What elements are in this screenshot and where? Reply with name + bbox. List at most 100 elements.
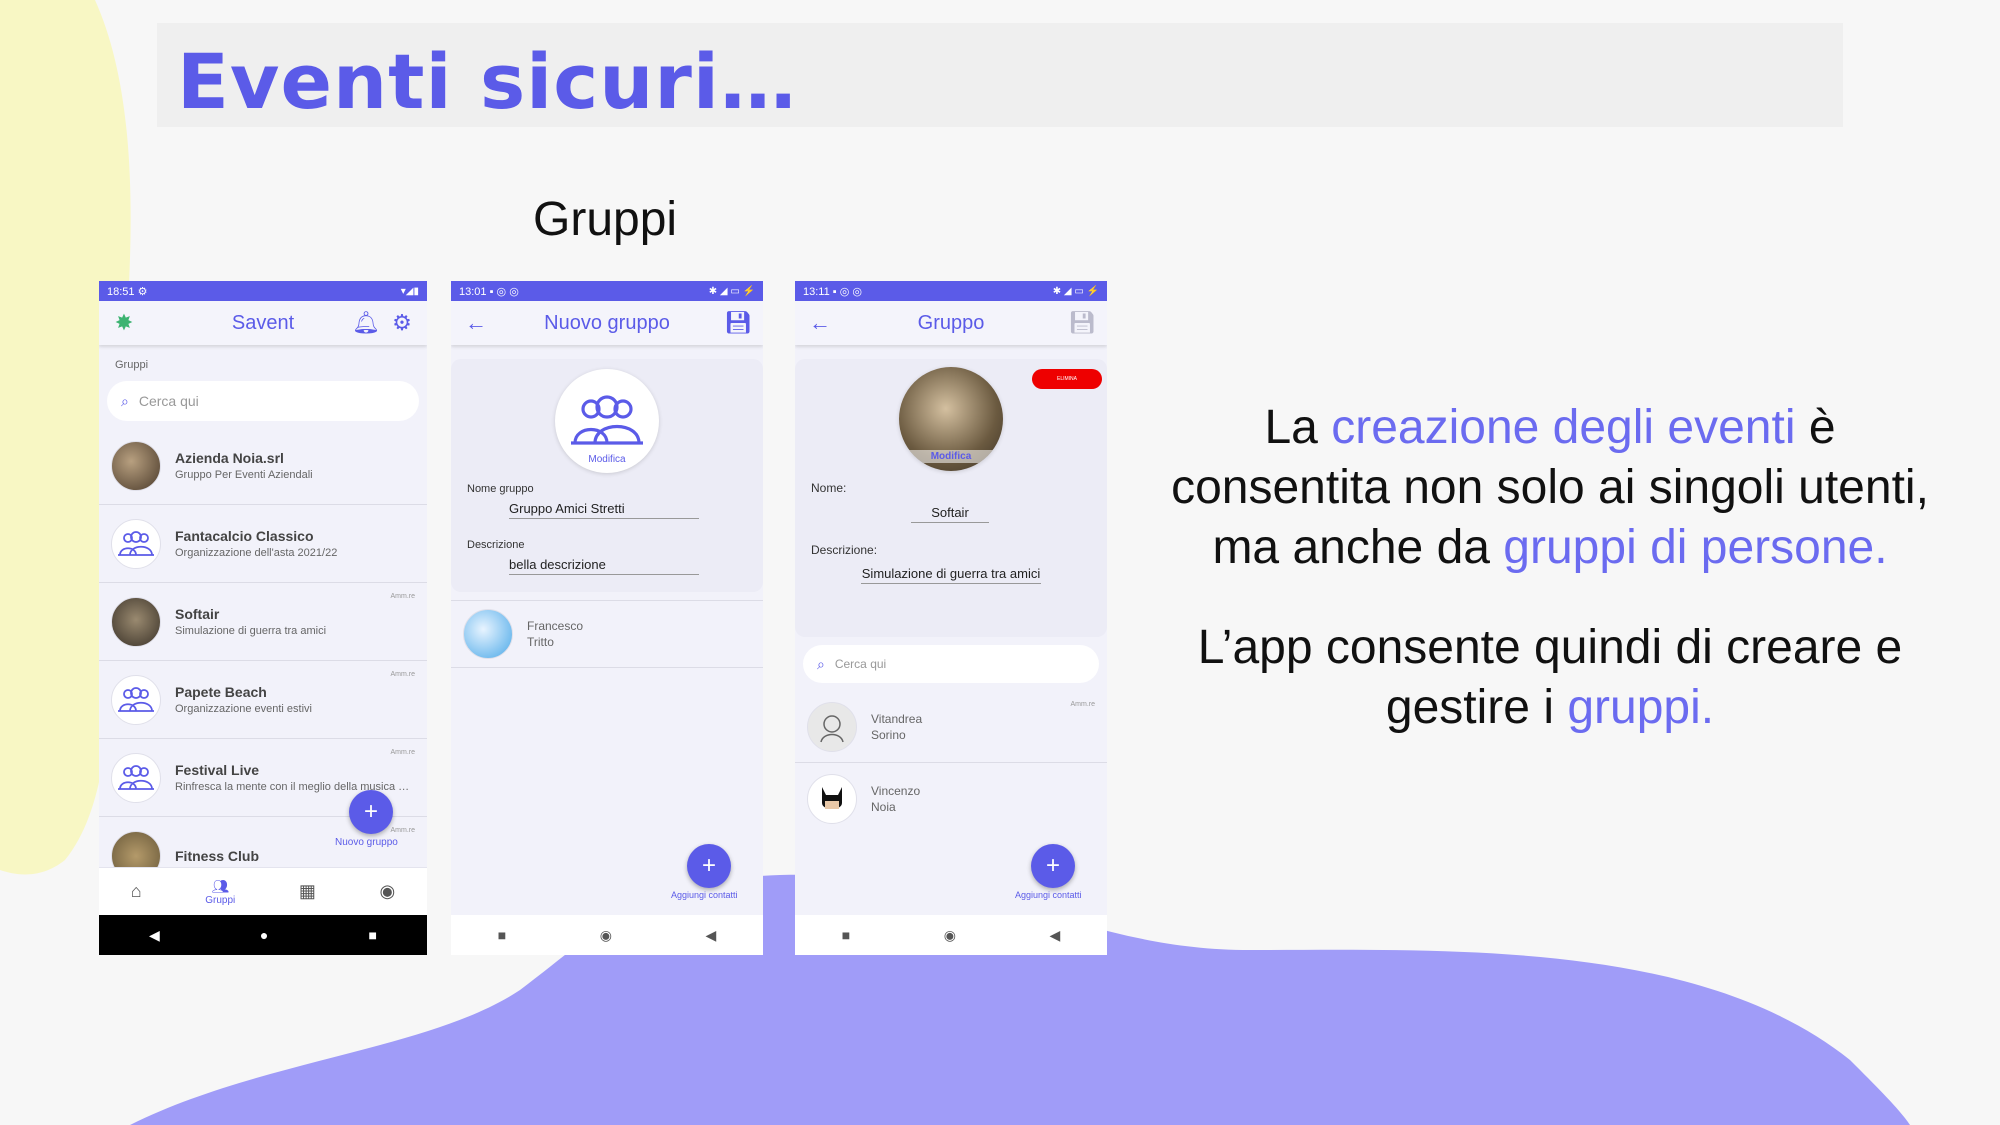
member-row[interactable]: Amm.re Vitandrea Sorino: [795, 691, 1107, 763]
back-arrow-icon[interactable]: ←: [805, 310, 835, 336]
desc-field[interactable]: bella descrizione: [509, 557, 699, 575]
add-contacts-label: Aggiungi contatti: [1015, 890, 1082, 900]
member-last-name: Tritto: [527, 635, 554, 649]
member-avatar: [807, 701, 857, 752]
recents-icon[interactable]: ■: [842, 927, 850, 943]
group-name: Festival Live: [175, 762, 260, 778]
app-bar: ← Gruppo 💾︎: [795, 301, 1107, 345]
group-avatar[interactable]: Modifica: [555, 369, 659, 473]
member-row[interactable]: Francesco Tritto: [451, 600, 763, 668]
list-item[interactable]: Fantacalcio Classico Organizzazione dell'…: [99, 505, 427, 583]
add-group-label: Nuovo gruppo: [335, 837, 398, 848]
back-arrow-icon[interactable]: ←: [461, 310, 491, 336]
delete-group-button[interactable]: ELIMINA: [1032, 369, 1102, 389]
recents-icon[interactable]: ■: [498, 927, 506, 943]
highlight-text: gruppi.: [1567, 681, 1715, 734]
plus-icon: +: [363, 798, 378, 825]
add-contacts-button[interactable]: +: [687, 844, 731, 888]
group-desc: Gruppo Per Eventi Aziendali: [175, 469, 313, 481]
nav-account[interactable]: ◉: [379, 881, 395, 902]
admin-badge: Amm.re: [1070, 701, 1096, 708]
search-icon: ⌕: [121, 392, 129, 409]
admin-badge: Amm.re: [390, 671, 416, 678]
status-time: 13:11: [803, 285, 830, 298]
home-circle-icon[interactable]: ◉: [944, 927, 956, 944]
group-icon: [111, 518, 161, 569]
gear-icon[interactable]: ⚙: [387, 310, 417, 336]
save-icon[interactable]: 💾︎: [723, 310, 753, 336]
edit-avatar-label[interactable]: Modifica: [555, 454, 659, 465]
home-icon: ⌂: [130, 881, 142, 901]
member-last-name: Noia: [871, 800, 896, 814]
member-search-input[interactable]: ⌕ Cerca qui: [803, 645, 1099, 683]
group-avatar[interactable]: Modifica: [899, 367, 1003, 471]
member-row[interactable]: Vincenzo Noia: [795, 763, 1107, 835]
recents-icon[interactable]: ■: [368, 927, 376, 943]
home-circle-icon[interactable]: ◉: [600, 927, 612, 944]
notification-icons: ▪ ◎ ◎: [489, 285, 519, 298]
plus-icon: +: [1045, 852, 1060, 879]
list-item[interactable]: Amm.re Papete Beach Organizzazione eventi…: [99, 661, 427, 739]
list-item[interactable]: Azienda Noia.srl Gruppo Per Eventi Aziend…: [99, 427, 427, 505]
desc-field[interactable]: Simulazione di guerra tra amici: [861, 566, 1041, 584]
group-photo-avatar: [111, 596, 161, 647]
back-icon[interactable]: ◀: [705, 927, 716, 944]
account-icon: ◉: [379, 881, 396, 901]
member-first-name: Francesco: [527, 619, 584, 633]
group-icon: [571, 395, 643, 445]
group-name: Softair: [175, 606, 220, 622]
sketch-portrait-icon: [820, 714, 844, 742]
status-bar: 18:51 ⚙ ▾◢▮: [99, 281, 427, 301]
save-icon[interactable]: 💾︎: [1067, 310, 1097, 336]
name-field[interactable]: Softair: [911, 505, 989, 523]
nav-groups[interactable]: 👥︎ Gruppi: [205, 878, 235, 906]
list-item[interactable]: Amm.re Softair Simulazione di guerra tra …: [99, 583, 427, 661]
member-last-name: Sorino: [871, 727, 906, 742]
groups-icon: 👥︎: [211, 877, 230, 894]
group-desc: Simulazione di guerra tra amici: [175, 625, 327, 637]
search-icon: ⌕: [817, 655, 825, 672]
search-placeholder: Cerca qui: [834, 657, 887, 671]
bottom-navigation: ⌂ 👥︎ Gruppi ▦ ◉: [99, 867, 427, 915]
text-part: L’app consente quindi di creare e gestir…: [1197, 621, 1903, 734]
gear-status-icon: ⚙: [137, 285, 148, 298]
admin-badge: Amm.re: [390, 749, 416, 756]
status-bar: 13:11 ▪ ◎ ◎ ✱ ◢ ▭ ⚡: [795, 281, 1107, 301]
bell-icon[interactable]: 🔔︎: [351, 310, 381, 336]
calendar-icon: ▦: [298, 881, 316, 901]
add-contacts-label: Aggiungi contatti: [671, 890, 738, 900]
admin-badge: Amm.re: [390, 593, 416, 600]
text-part: La: [1264, 401, 1332, 454]
back-icon[interactable]: ◀: [1049, 927, 1060, 944]
nav-home[interactable]: ⌂: [131, 881, 142, 902]
slide-title: Eventi sicuri…: [177, 37, 797, 126]
signal-battery-icons: ✱ ◢ ▭ ⚡: [1052, 285, 1099, 297]
add-contacts-button[interactable]: +: [1031, 844, 1075, 888]
nav-calendar[interactable]: ▦: [299, 881, 316, 902]
section-label: Gruppi: [115, 359, 149, 371]
title-bar: Eventi sicuri…: [157, 23, 1843, 127]
search-input[interactable]: ⌕ Cerca qui: [107, 381, 419, 421]
member-first-name: Vitandrea: [871, 711, 923, 726]
add-group-button[interactable]: +: [349, 790, 393, 834]
app-bar: ✸ Savent 🔔︎ ⚙: [99, 301, 427, 345]
app-title: Nuovo gruppo: [544, 311, 670, 334]
home-circle-icon[interactable]: ●: [260, 927, 268, 943]
group-icon: [111, 752, 161, 803]
back-icon[interactable]: ◀: [149, 927, 160, 944]
highlight-text: creazione degli eventi: [1331, 401, 1796, 454]
phone-new-group: 13:01 ▪ ◎ ◎ ✱ ◢ ▭ ⚡ ← Nuovo gruppo 💾︎ Mo…: [451, 281, 763, 955]
group-name: Fantacalcio Classico: [175, 528, 314, 544]
notification-icons: ▪ ◎ ◎: [832, 285, 862, 298]
edit-avatar-label[interactable]: Modifica: [899, 450, 1003, 463]
signal-battery-icons: ▾◢▮: [400, 285, 419, 297]
member-avatar: [463, 609, 513, 659]
status-bar: 13:01 ▪ ◎ ◎ ✱ ◢ ▭ ⚡: [451, 281, 763, 301]
desc-label: Descrizione: [467, 539, 525, 551]
nav-groups-label: Gruppi: [205, 894, 236, 906]
description-paragraph-2: L’app consente quindi di creare e gestir…: [1170, 618, 1930, 738]
status-time: 18:51: [107, 285, 135, 298]
name-field[interactable]: Gruppo Amici Stretti: [509, 501, 699, 519]
group-name: Papete Beach: [175, 684, 267, 700]
batman-icon: [822, 787, 842, 809]
